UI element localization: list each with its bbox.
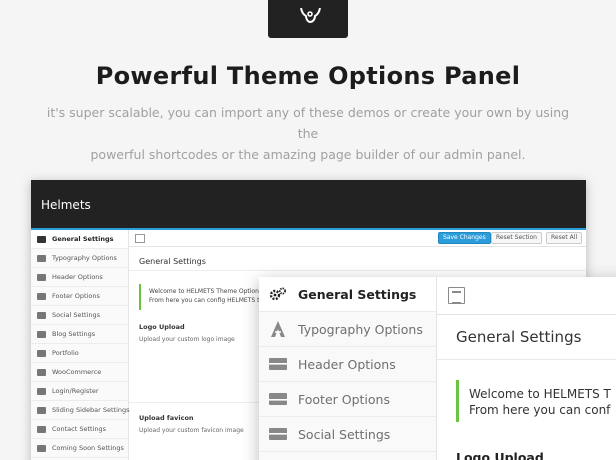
- zoom-sidebar-item-label: Social Settings: [298, 426, 391, 442]
- favicon-upload-label: Upload favicon: [139, 414, 194, 422]
- zoom-main: General Settings Welcome to HELMETS T Fr…: [437, 277, 616, 460]
- sidebar-item-woocommerce[interactable]: WooCommerce: [31, 363, 128, 382]
- zoom-sidebar-item-label: Typography Options: [298, 321, 423, 337]
- zoom-sidebar-item-label: Header Options: [298, 356, 396, 372]
- sidebar-item-label: Portfolio: [52, 349, 79, 357]
- contact-icon: [37, 425, 46, 433]
- typography-icon: [269, 321, 287, 337]
- cart-icon: [37, 368, 46, 376]
- footer-icon: [269, 392, 287, 406]
- header-icon: [269, 357, 287, 371]
- admin-toolbar: Save Changes Reset Section Reset All: [129, 230, 586, 247]
- blog-icon: [37, 330, 46, 338]
- reset-section-button[interactable]: Reset Section: [491, 232, 542, 244]
- divider: [437, 359, 616, 360]
- notice-title: Welcome to HELMETS Theme Options: [149, 288, 263, 295]
- zoom-sidebar-item-label: General Settings: [298, 286, 417, 302]
- social-icon: [269, 427, 287, 441]
- hero-icon-tile: [268, 0, 348, 38]
- divider: [129, 270, 586, 271]
- sidebar-item-portfolio[interactable]: Portfolio: [31, 344, 128, 363]
- welcome-notice: Welcome to HELMETS Theme Options From he…: [139, 284, 269, 310]
- hero-subtitle-line-2: powerful shortcodes or the amazing page …: [90, 147, 526, 162]
- sidebar-item-label: Blog Settings: [52, 330, 96, 338]
- logo-upload-desc: Upload your custom logo image: [139, 336, 235, 343]
- divider: [129, 402, 269, 403]
- reset-all-button[interactable]: Reset All: [546, 232, 583, 244]
- notice-text: From here you can config HELMETS theme: [149, 297, 269, 304]
- zoom-welcome-notice: Welcome to HELMETS T From here you can c…: [456, 380, 616, 422]
- admin-header: Helmets: [31, 180, 586, 228]
- header-icon: [37, 273, 46, 281]
- sidebar-item-coming-soon[interactable]: Coming Soon Settings: [31, 439, 128, 458]
- zoom-sidebar-item-footer-options[interactable]: Footer Options: [259, 382, 436, 417]
- zoom-notice-title: Welcome to HELMETS T: [469, 387, 611, 401]
- save-changes-button[interactable]: Save Changes: [438, 232, 491, 244]
- sidebar-item-blog-settings[interactable]: Blog Settings: [31, 325, 128, 344]
- portfolio-icon: [37, 349, 46, 357]
- zoom-sidebar-item-label: Footer Options: [298, 391, 390, 407]
- sidebar-item-typography-options[interactable]: Typography Options: [31, 249, 128, 268]
- sidebar-item-label: Footer Options: [52, 292, 100, 300]
- social-icon: [37, 311, 46, 319]
- expand-icon[interactable]: [448, 287, 465, 304]
- logo-upload-label: Logo Upload: [139, 323, 185, 331]
- hero-title: Powerful Theme Options Panel: [95, 62, 521, 90]
- sidebar-item-label: Header Options: [52, 273, 103, 281]
- clock-icon: [37, 444, 46, 452]
- admin-panel-zoom: General Settings Typography Options Head…: [259, 277, 616, 460]
- zoom-logo-upload-label: Logo Upload: [456, 450, 544, 460]
- sidebar-item-login-register[interactable]: Login/Register: [31, 382, 128, 401]
- gear-icon: [300, 8, 321, 24]
- sidebar-item-label: Contact Settings: [52, 425, 107, 433]
- typography-icon: [37, 254, 46, 262]
- favicon-upload-desc: Upload your custom favicon image: [139, 427, 244, 434]
- gears-icon: [269, 287, 287, 301]
- sidebar-item-label: Sliding Sidebar Settings: [52, 406, 130, 414]
- hero-subtitle-line-1: it's super scalable, you can import any …: [46, 105, 570, 141]
- zoom-sidebar-item-general-settings[interactable]: General Settings: [259, 277, 436, 312]
- zoom-notice-text: From here you can conf: [469, 403, 611, 417]
- sidebar-item-label: WooCommerce: [52, 368, 102, 376]
- list-icon: [37, 406, 46, 414]
- gears-icon: [37, 235, 46, 243]
- admin-sidebar: General Settings Typography Options Head…: [31, 230, 130, 460]
- sidebar-item-footer-options[interactable]: Footer Options: [31, 287, 128, 306]
- zoom-sidebar-item-social-settings[interactable]: Social Settings: [259, 417, 436, 452]
- zoom-sidebar: General Settings Typography Options Head…: [259, 277, 437, 460]
- footer-icon: [37, 292, 46, 300]
- sidebar-item-label: Coming Soon Settings: [52, 444, 124, 452]
- sidebar-item-label: Typography Options: [52, 254, 117, 262]
- admin-brand: Helmets: [41, 198, 91, 212]
- sidebar-item-label: General Settings: [52, 235, 114, 243]
- zoom-section-title: General Settings: [456, 328, 582, 346]
- zoom-sidebar-item-header-options[interactable]: Header Options: [259, 347, 436, 382]
- zoom-sidebar-item-typography-options[interactable]: Typography Options: [259, 312, 436, 347]
- expand-icon[interactable]: [135, 234, 145, 243]
- sidebar-item-label: Social Settings: [52, 311, 100, 319]
- sidebar-item-social-settings[interactable]: Social Settings: [31, 306, 128, 325]
- user-icon: [37, 387, 46, 395]
- sidebar-item-general-settings[interactable]: General Settings: [31, 230, 128, 249]
- sidebar-item-contact-settings[interactable]: Contact Settings: [31, 420, 128, 439]
- sidebar-item-label: Login/Register: [52, 387, 99, 395]
- sidebar-item-header-options[interactable]: Header Options: [31, 268, 128, 287]
- section-title: General Settings: [139, 257, 206, 266]
- sidebar-item-sliding-sidebar[interactable]: Sliding Sidebar Settings: [31, 401, 130, 420]
- hero-subtitle: it's super scalable, you can import any …: [40, 102, 576, 165]
- zoom-toolbar: [437, 277, 616, 315]
